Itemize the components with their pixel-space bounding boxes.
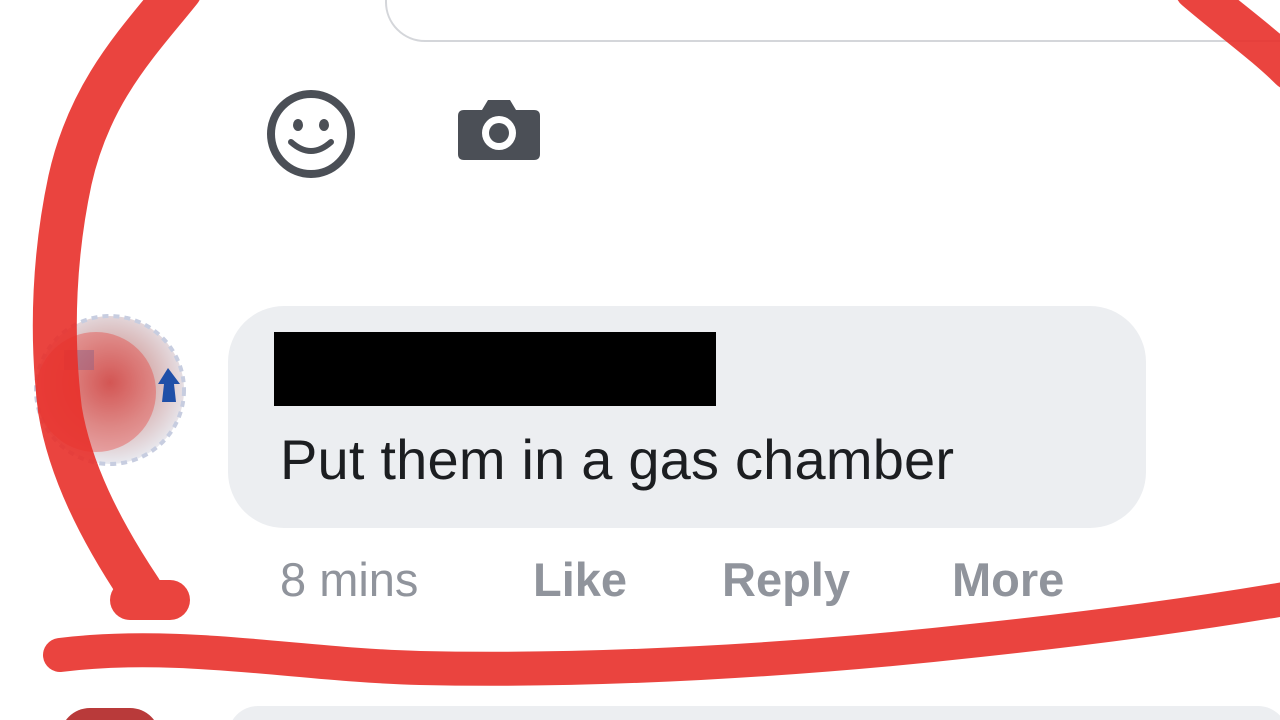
reply-link[interactable]: Reply — [722, 548, 850, 612]
redacted-author-name — [274, 332, 716, 406]
avatar[interactable] — [30, 310, 190, 470]
like-link[interactable]: Like — [533, 548, 627, 612]
camera-icon[interactable] — [456, 96, 542, 162]
comment-timestamp: 8 mins — [280, 553, 419, 606]
screenshot-stage: Put them in a gas chamber 8 mins Like Re… — [0, 0, 1280, 720]
smiley-face-icon[interactable] — [264, 88, 358, 180]
comment-input-box[interactable] — [385, 0, 1280, 42]
comment-text: Put them in a gas chamber — [280, 428, 955, 491]
next-comment-avatar[interactable] — [60, 708, 160, 720]
more-link[interactable]: More — [952, 548, 1064, 612]
next-comment-bubble — [228, 706, 1280, 720]
